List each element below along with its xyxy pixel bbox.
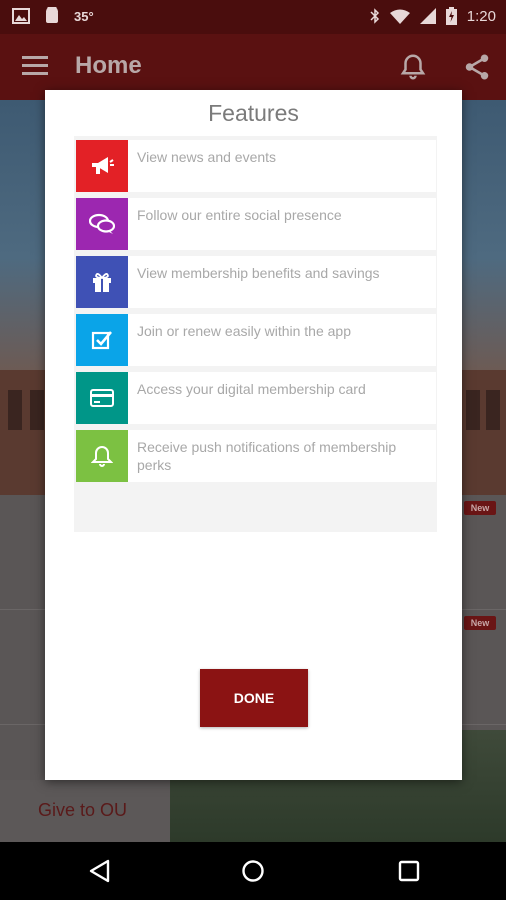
dialog-title: Features [208, 100, 299, 126]
feature-text: Follow our entire social presence [137, 207, 342, 223]
feature-social: Follow our entire social presence [76, 198, 436, 250]
signal-icon [419, 8, 436, 24]
bell-icon [76, 430, 128, 482]
chat-bubbles-icon [76, 198, 128, 250]
feature-join: Join or renew easily within the app [76, 314, 436, 366]
menu-icon[interactable] [22, 56, 48, 76]
share-icon[interactable] [462, 52, 492, 82]
bluetooth-icon [370, 8, 379, 24]
feature-text: View news and events [137, 149, 277, 165]
feature-text: Access your digital membership card [137, 381, 366, 397]
done-button[interactable]: DONE [200, 669, 308, 727]
image-notification-icon [12, 8, 30, 24]
gift-icon [76, 256, 128, 308]
feature-benefits: View membership benefits and savings [76, 256, 436, 308]
bell-icon[interactable] [398, 52, 428, 82]
feature-news: View news and events [76, 140, 436, 192]
navigation-bar [0, 842, 506, 900]
checkbox-icon [76, 314, 128, 366]
page-title: Home [75, 52, 142, 79]
recents-icon[interactable] [397, 859, 421, 883]
new-badge: New [464, 501, 496, 515]
back-icon[interactable] [88, 859, 112, 883]
battery-icon [445, 7, 457, 25]
feature-notifications: Receive push notifications of membership… [76, 430, 436, 482]
feature-card: Access your digital membership card [76, 372, 436, 424]
feature-text: View membership benefits and savings [137, 265, 380, 281]
new-badge: New [464, 616, 496, 630]
feature-text: Join or renew easily within the app [137, 323, 352, 339]
give-label: Give to OU [38, 800, 128, 820]
wifi-icon [389, 9, 410, 24]
feature-list: View news and events Follow our entire s… [74, 136, 437, 532]
temperature: 35° [74, 8, 94, 24]
credit-card-icon [76, 372, 128, 424]
clock: 1:20 [466, 7, 496, 25]
megaphone-icon [76, 140, 128, 192]
home-icon[interactable] [241, 859, 265, 883]
feature-text: Receive push notifications of membership… [137, 439, 397, 473]
features-dialog: Features View news and events Follow our… [45, 90, 462, 780]
status-bar: 35° 1:20 [0, 0, 506, 34]
android-notification-icon [46, 7, 58, 23]
